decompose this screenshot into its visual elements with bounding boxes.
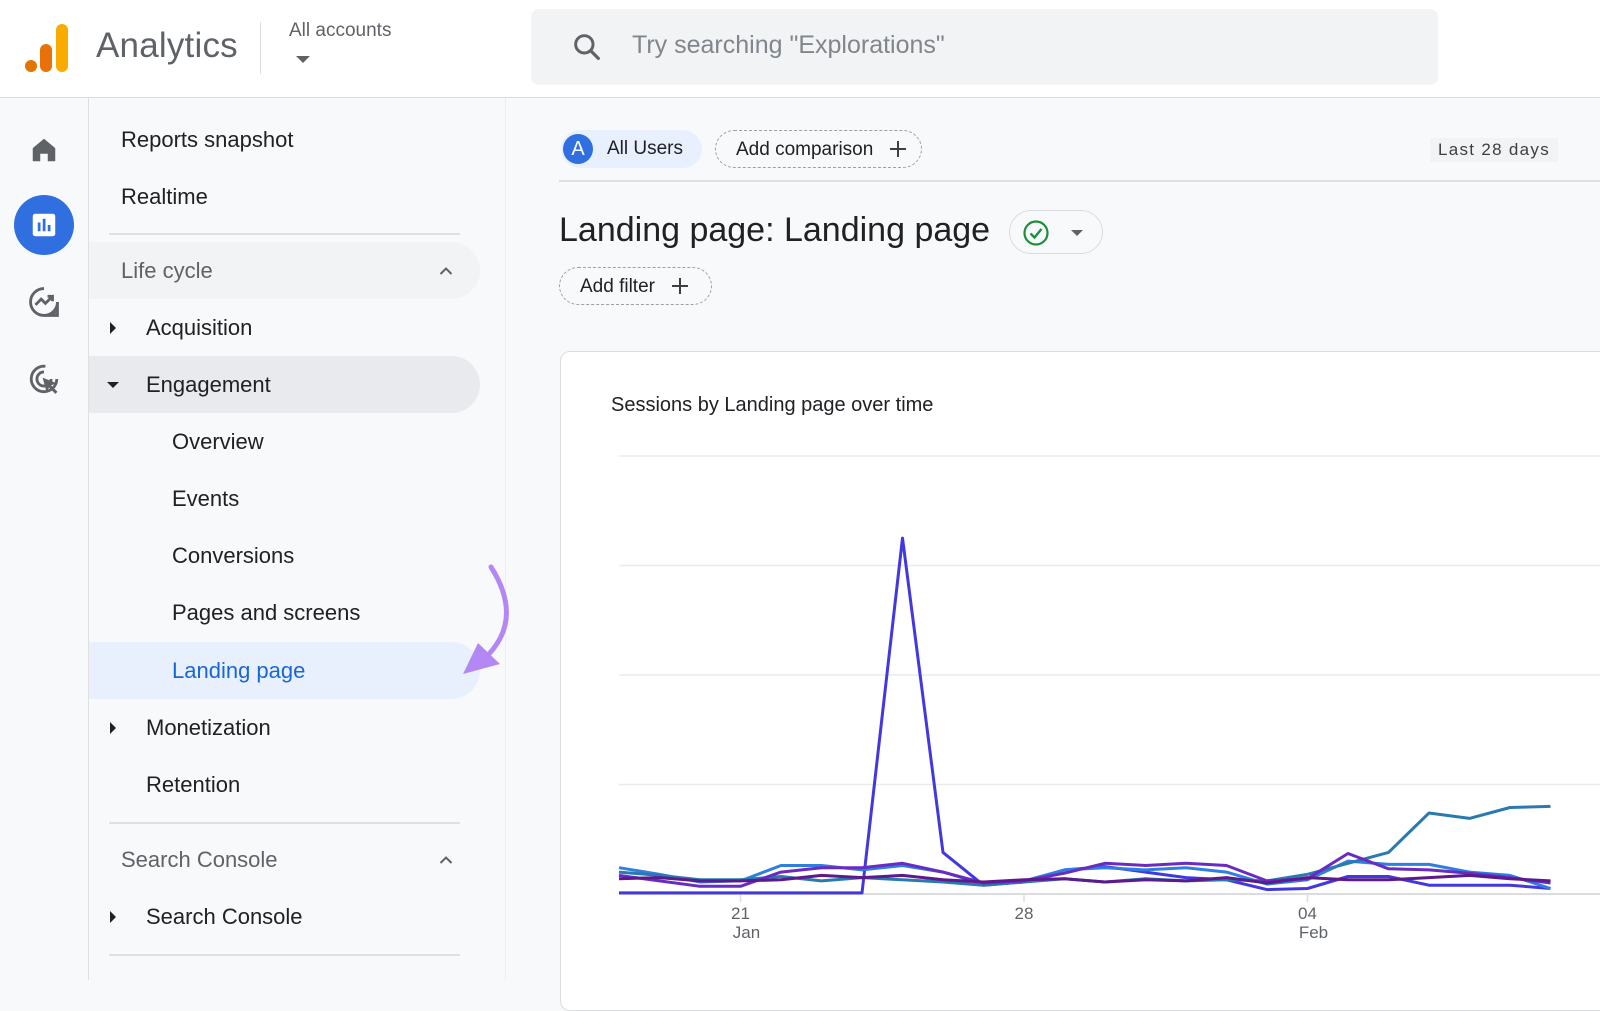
add-comparison-label: Add comparison <box>736 139 874 160</box>
nav-item-label: Landing page <box>172 657 306 683</box>
segment-label: All Users <box>607 138 684 159</box>
nav-item-overview[interactable]: Overview <box>89 413 480 470</box>
plus-icon <box>672 278 688 294</box>
report-status-dropdown[interactable] <box>1009 210 1103 254</box>
top-app-bar: Analytics All accounts Try searching "Ex… <box>0 0 1600 98</box>
nav-item-label: Pages and screens <box>172 599 361 625</box>
toolbar-divider <box>559 180 1600 182</box>
nav-divider <box>109 954 460 956</box>
app-title: Analytics <box>96 26 238 65</box>
nav-item-label: Engagement <box>146 371 271 397</box>
add-filter-label: Add filter <box>580 276 655 297</box>
expand-arrow-icon <box>110 322 116 334</box>
date-range-label[interactable]: Last 28 days <box>1430 138 1558 162</box>
nav-section-label: Search Console <box>121 846 278 872</box>
chart-card <box>560 351 1600 1011</box>
nav-section-life-cycle[interactable]: Life cycle <box>89 242 480 299</box>
chevron-up-icon <box>439 856 453 864</box>
nav-section-label: Life cycle <box>121 257 213 283</box>
reports-navigation: Reports snapshot Realtime Life cycle Acq… <box>89 98 507 980</box>
add-comparison-button[interactable]: Add comparison <box>715 130 922 168</box>
chevron-up-icon <box>439 267 453 275</box>
explore-trend-icon <box>29 287 59 317</box>
home-icon <box>32 138 56 162</box>
rail-reports-button[interactable] <box>14 195 74 255</box>
collapse-arrow-icon <box>107 382 119 388</box>
caret-down-icon[interactable] <box>296 56 310 63</box>
expand-arrow-icon <box>110 911 116 923</box>
search-bar[interactable]: Try searching "Explorations" <box>531 9 1438 85</box>
nav-item-reports-snapshot[interactable]: Reports snapshot <box>89 111 480 168</box>
nav-item-label: Overview <box>172 428 264 454</box>
nav-item-events[interactable]: Events <box>89 470 480 527</box>
nav-section-search-console[interactable]: Search Console <box>89 831 480 888</box>
nav-item-landing-page[interactable]: Landing page <box>89 642 480 699</box>
nav-divider <box>109 822 460 824</box>
page-title: Landing page: Landing page <box>559 211 991 249</box>
segment-avatar: A <box>563 134 593 164</box>
search-input[interactable]: Try searching "Explorations" <box>632 31 945 60</box>
plus-icon <box>890 141 906 157</box>
chart-title: Sessions by Landing page over time <box>611 394 934 416</box>
nav-item-label: Reports snapshot <box>121 126 294 152</box>
rail-explore-button[interactable] <box>14 272 74 332</box>
add-filter-button[interactable]: Add filter <box>559 267 712 305</box>
nav-item-monetization[interactable]: Monetization <box>89 699 480 756</box>
segment-chip-all-users[interactable]: A All Users <box>561 130 702 168</box>
nav-item-search-console[interactable]: Search Console <box>89 888 480 945</box>
ads-target-cursor-icon <box>29 364 59 394</box>
analytics-logo-icon[interactable] <box>22 22 70 74</box>
search-icon <box>574 34 600 60</box>
nav-divider <box>109 233 460 235</box>
nav-item-label: Monetization <box>146 714 271 740</box>
nav-item-pages-and-screens[interactable]: Pages and screens <box>89 584 480 641</box>
nav-item-engagement[interactable]: Engagement <box>89 356 480 413</box>
nav-item-label: Search Console <box>146 903 303 929</box>
header-divider <box>260 22 261 74</box>
rail-home-button[interactable] <box>14 120 74 180</box>
nav-item-label: Acquisition <box>146 314 253 340</box>
rail-advertising-button[interactable] <box>14 349 74 409</box>
account-selector-label[interactable]: All accounts <box>289 20 391 42</box>
nav-item-retention[interactable]: Retention <box>89 756 480 813</box>
nav-item-realtime[interactable]: Realtime <box>89 168 480 225</box>
nav-item-label: Events <box>172 485 240 511</box>
check-circle-icon <box>1023 220 1049 246</box>
navigation-rail <box>0 98 89 980</box>
nav-item-label: Realtime <box>121 183 208 209</box>
bar-chart-icon <box>32 213 56 237</box>
caret-down-icon <box>1071 230 1083 236</box>
nav-item-label: Retention <box>146 771 241 797</box>
nav-border <box>505 98 506 980</box>
nav-item-conversions[interactable]: Conversions <box>89 527 480 584</box>
nav-item-acquisition[interactable]: Acquisition <box>89 299 480 356</box>
nav-item-label: Conversions <box>172 542 295 568</box>
expand-arrow-icon <box>110 722 116 734</box>
